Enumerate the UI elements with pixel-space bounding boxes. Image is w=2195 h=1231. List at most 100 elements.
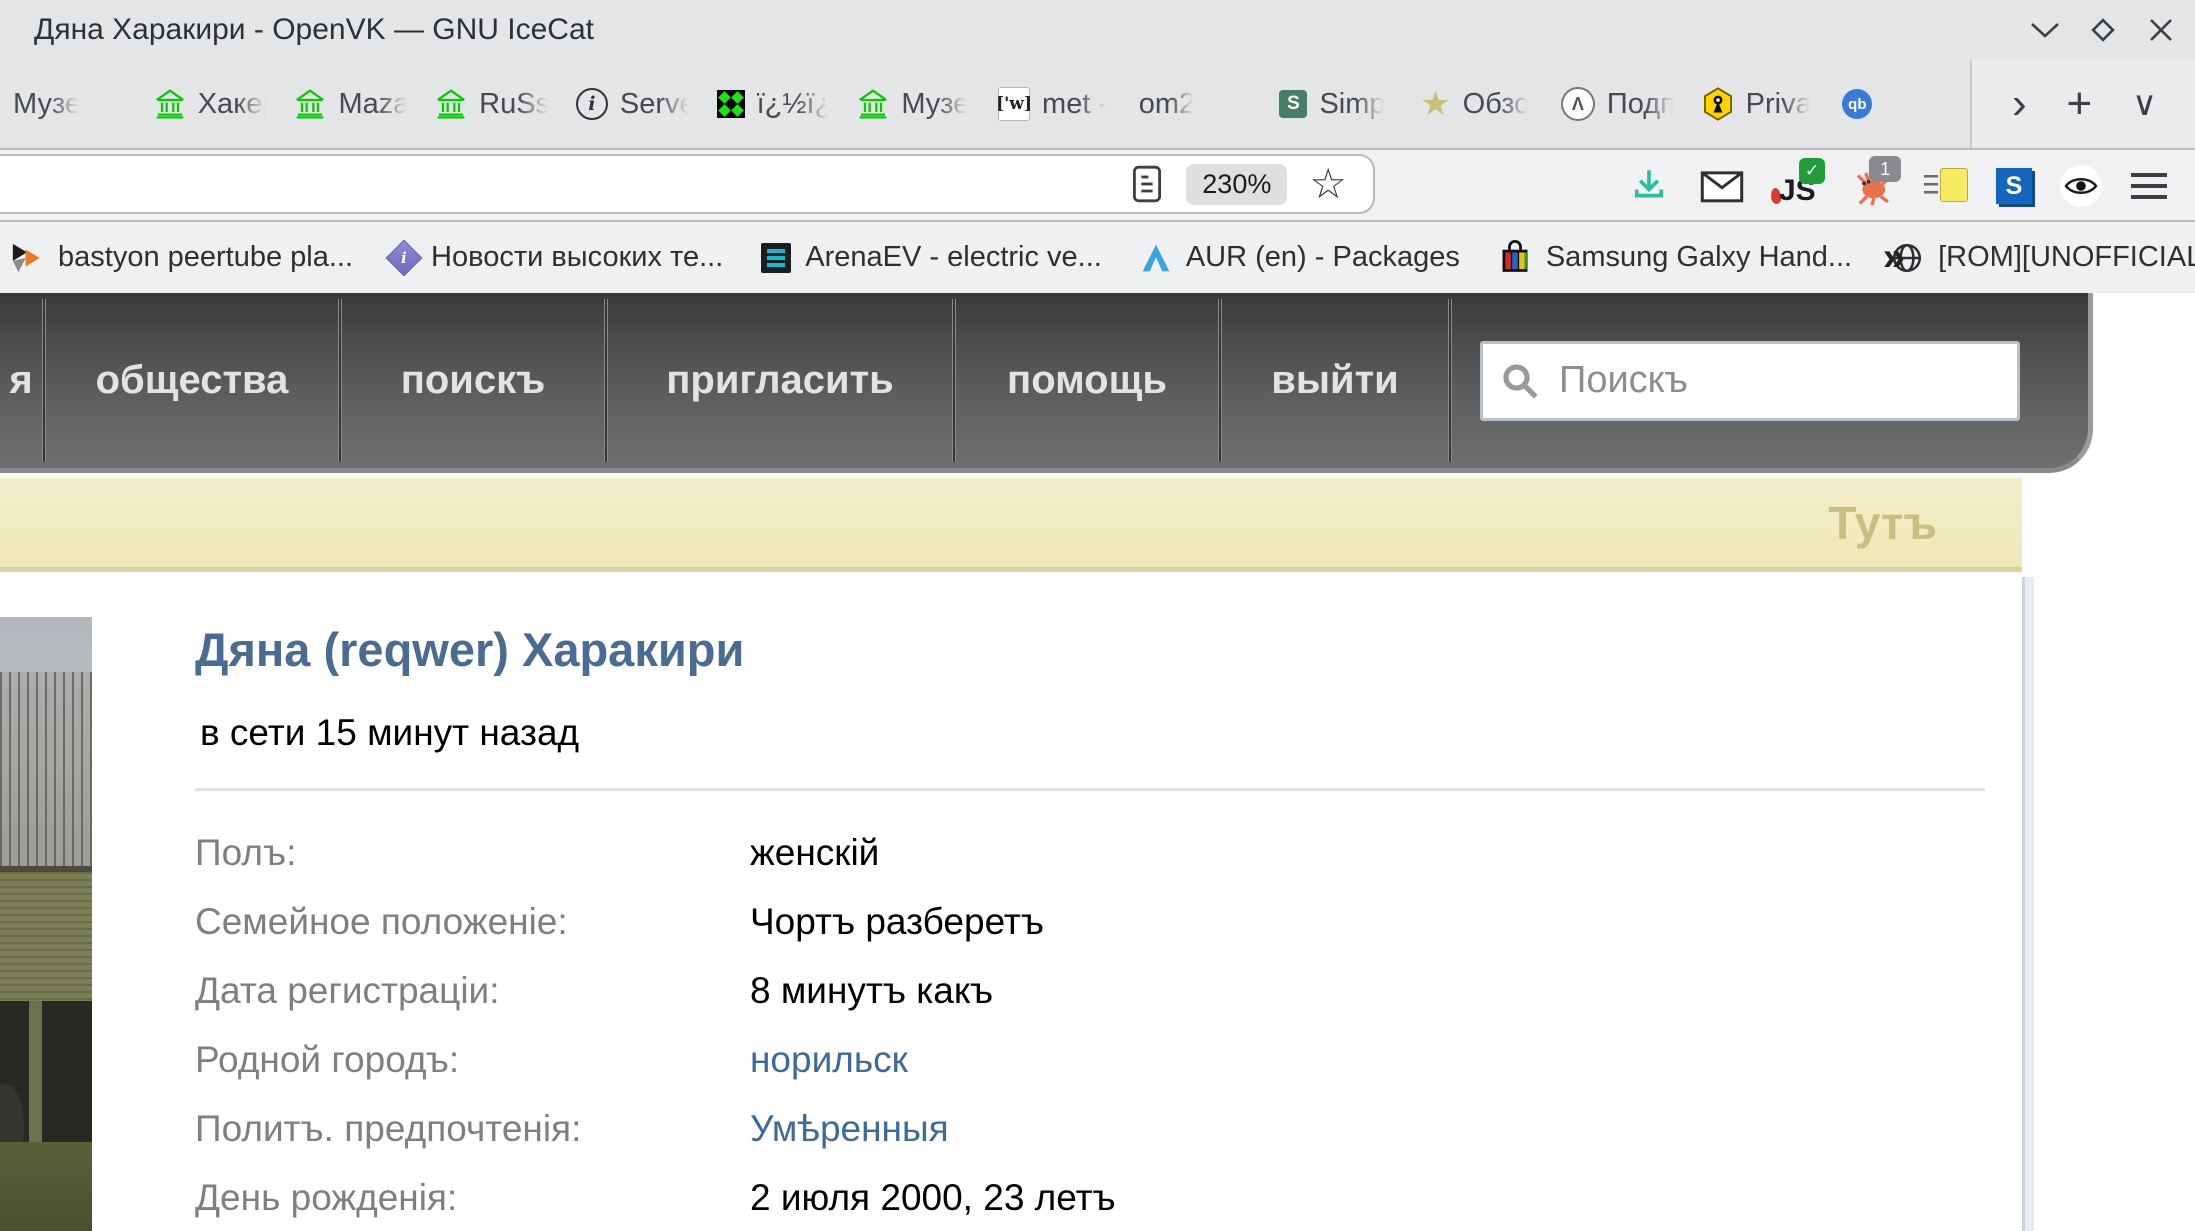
- tab-qbittorrent[interactable]: qb: [1829, 60, 1970, 148]
- star-olive-icon: ★: [1420, 87, 1450, 121]
- s-green-icon: S: [1279, 90, 1307, 118]
- shopping-bag-icon: [1498, 240, 1532, 276]
- tab-label: Simp: [1319, 88, 1385, 121]
- tab-scroll-right-button[interactable]: ›: [2012, 82, 2027, 126]
- tab-mojibake[interactable]: ï¿½ï¿½: [704, 60, 845, 148]
- trees: [0, 672, 92, 868]
- chevron-down-icon: [2028, 20, 2062, 40]
- bookmark-bastyon[interactable]: bastyon peertube pla...: [10, 241, 353, 275]
- bookmark-novosti[interactable]: i Новости высоких те...: [391, 241, 723, 274]
- s-blue-extension-icon[interactable]: S: [1996, 168, 2032, 204]
- wiktionary-icon: ['w]: [998, 87, 1030, 121]
- search-icon: [1499, 360, 1541, 402]
- tab-muze-1[interactable]: Музе: [0, 60, 141, 148]
- tab-label: met -: [1042, 88, 1108, 121]
- keyhole-icon: [1702, 87, 1734, 121]
- tab-podp[interactable]: Λ Подп: [1548, 60, 1689, 148]
- arch-linux-icon: [1140, 242, 1172, 274]
- browser-window: Дяна Харакири - OpenVK — GNU IceCat Музе: [0, 0, 2195, 1231]
- tab-label: ï¿½ï¿½: [757, 88, 832, 121]
- tab-label: Музе: [901, 88, 969, 121]
- close-button[interactable]: [2131, 0, 2191, 60]
- tab-label: Обзо: [1463, 88, 1531, 121]
- bookmark-star-icon[interactable]: ☆: [1309, 163, 1347, 205]
- tab-om2[interactable]: om2: [1126, 60, 1267, 148]
- site-search-input[interactable]: [1557, 358, 1961, 403]
- divider: [195, 788, 1985, 791]
- nav-item-groups[interactable]: общества: [46, 293, 338, 468]
- tab-obzo[interactable]: ★ Обзо: [1407, 60, 1548, 148]
- tab-haker[interactable]: Хакер: [141, 60, 282, 148]
- tab-russ[interactable]: RuSs: [422, 60, 563, 148]
- hometown-link[interactable]: норильск: [750, 1039, 908, 1081]
- new-tab-button[interactable]: +: [2067, 82, 2093, 126]
- tab-label: om2: [1139, 88, 1195, 121]
- tab-serve[interactable]: i Serve: [563, 60, 704, 148]
- profile-row-political: Политъ. предпочтенія: Умѣренныя: [195, 1094, 1895, 1163]
- tab-met[interactable]: ['w] met -: [985, 60, 1126, 148]
- diamond-icon: [2088, 15, 2118, 45]
- bookmarks-bar: bastyon peertube pla... i Новости высоки…: [0, 222, 2195, 293]
- bookmark-rom[interactable]: [ROM][UNOFFICIAL][...: [1890, 241, 2195, 275]
- check-badge: ✓: [1799, 158, 1825, 184]
- tab-strip-controls: › + ∨: [1970, 60, 2195, 148]
- tab-muze-2[interactable]: Музе: [844, 60, 985, 148]
- site-search-box: [1480, 341, 2020, 421]
- nav-item-help[interactable]: помощь: [956, 293, 1218, 468]
- downloads-button[interactable]: [1628, 165, 1670, 207]
- bastyon-icon: [10, 241, 44, 275]
- qbittorrent-icon: qb: [1842, 89, 1872, 119]
- profile-row-registered: Дата регистраціи: 8 минутъ какъ: [195, 956, 1895, 1025]
- bookmarks-overflow-button[interactable]: »: [1883, 235, 1905, 280]
- notes-extension-icon[interactable]: [1924, 168, 1968, 204]
- eye-icon[interactable]: [2060, 165, 2102, 207]
- menu-button[interactable]: [2131, 173, 2167, 199]
- tab-label: Хакер: [198, 88, 269, 121]
- crab-extension-icon[interactable]: 1: [1849, 164, 1895, 208]
- minimize-button[interactable]: [2015, 0, 2075, 60]
- tab-list-dropdown-button[interactable]: ∨: [2132, 87, 2157, 121]
- tab-label: Maza: [338, 88, 409, 121]
- tab-priva[interactable]: Priva: [1689, 60, 1830, 148]
- url-bar[interactable]: 230% ☆: [0, 154, 1375, 214]
- bookmark-samsung[interactable]: Samsung Galxy Hand...: [1498, 240, 1852, 276]
- tab-label: Подп: [1607, 88, 1676, 121]
- nav-item-logout[interactable]: выйти: [1222, 293, 1448, 468]
- profile-name: Дяна (reqwer) Харакири: [195, 622, 744, 677]
- tab-simp[interactable]: S Simp: [1266, 60, 1407, 148]
- nav-item-partial[interactable]: я: [0, 293, 42, 468]
- profile-row-hometown: Родной городъ: норильск: [195, 1025, 1895, 1094]
- reader-mode-icon[interactable]: [1130, 163, 1164, 205]
- tab-strip: Музе Хакер Maza RuSs i Serve ï¿½ï¿½: [0, 60, 1970, 148]
- tab-maza[interactable]: Maza: [281, 60, 422, 148]
- mail-icon[interactable]: [1699, 166, 1745, 206]
- online-status: в сети 15 минут назад: [200, 712, 579, 754]
- political-link[interactable]: Умѣренныя: [750, 1108, 949, 1150]
- tab-label: Serve: [620, 88, 691, 121]
- bank-icon: [435, 88, 467, 120]
- toolbar-icons: JS ✓ 1 S: [1600, 150, 2195, 222]
- bank-icon: [857, 88, 889, 120]
- zoom-level-button[interactable]: 230%: [1186, 164, 1287, 205]
- site-banner: Тутъ: [0, 478, 2022, 572]
- titlebar: Дяна Харакири - OpenVK — GNU IceCat: [0, 0, 2195, 60]
- tab-label: RuSs: [479, 88, 550, 121]
- bank-icon: [294, 88, 326, 120]
- profile-info-table: Полъ: женскій Семейное положеніе: Чортъ …: [195, 818, 1895, 1231]
- librejs-icon[interactable]: JS ✓: [1773, 164, 1821, 208]
- bookmark-aur[interactable]: AUR (en) - Packages: [1140, 241, 1460, 274]
- maximize-button[interactable]: [2073, 0, 2133, 60]
- close-icon: [2147, 16, 2175, 44]
- nav-item-search[interactable]: поискъ: [342, 293, 604, 468]
- bank-icon: [154, 88, 186, 120]
- window-title: Дяна Харакири - OpenVK — GNU IceCat: [34, 0, 594, 60]
- tab-label: Музе: [13, 88, 81, 121]
- count-badge: 1: [1869, 156, 1901, 182]
- bookmark-arenaev[interactable]: ArenaEV - electric ve...: [761, 241, 1102, 274]
- avatar-photo[interactable]: [0, 617, 92, 1231]
- profile-row-gender: Полъ: женскій: [195, 818, 1895, 887]
- green-checker-icon: [717, 90, 745, 118]
- nav-item-invite[interactable]: пригласить: [608, 293, 952, 468]
- banner-link[interactable]: Тутъ: [1828, 496, 1937, 550]
- info-diamond-icon: i: [386, 239, 423, 276]
